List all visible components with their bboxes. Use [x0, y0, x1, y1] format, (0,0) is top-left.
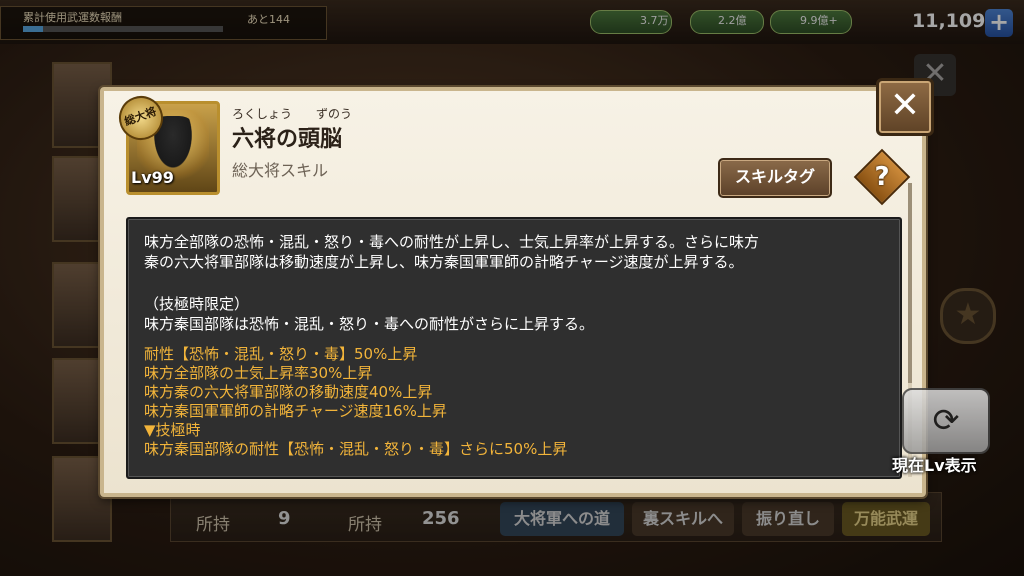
description-line: （技極時限定）: [144, 295, 250, 313]
help-icon[interactable]: ?: [862, 157, 902, 197]
effect-line: 味方秦国軍軍師の計略チャージ速度16%上昇: [144, 402, 447, 420]
skill-description-panel: 味方全部隊の恐怖・混乱・怒り・毒への耐性が上昇し、士気上昇率が上昇する。さらに味…: [126, 217, 902, 479]
skill-icon: 総大将 Lv99: [112, 89, 220, 195]
skill-type: 総大将スキル: [232, 161, 329, 180]
skill-tag-button[interactable]: スキルタグ: [718, 158, 832, 198]
effect-line: 耐性【恐怖・混乱・怒り・毒】50%上昇: [144, 345, 418, 363]
current-level-icon[interactable]: ⟳: [902, 388, 990, 454]
skill-name-ruby-1: ろくしょう: [232, 107, 293, 121]
effect-line: 味方全部隊の士気上昇率30%上昇: [144, 364, 373, 382]
skill-level: Lv99: [131, 168, 174, 187]
skill-name-ruby-2: ずのう: [316, 107, 353, 121]
close-button[interactable]: ✕: [876, 78, 934, 136]
description-line: 味方全部隊の恐怖・混乱・怒り・毒への耐性が上昇し、士気上昇率が上昇する。さらに味…: [144, 233, 760, 251]
description-line: 秦の六大将軍部隊は移動速度が上昇し、味方秦国軍軍師の計略チャージ速度が上昇する。: [144, 253, 744, 271]
effect-line: ▼技極時: [144, 421, 201, 439]
scrollbar-thumb[interactable]: [908, 183, 912, 383]
skill-name: 六将の頭脳: [232, 127, 343, 152]
skill-detail-modal: 総大将 Lv99 ろくしょう ずのう 六将の頭脳 総大将スキル スキルタグ ? …: [100, 87, 926, 497]
effect-line: 味方秦国部隊の耐性【恐怖・混乱・怒り・毒】さらに50%上昇: [144, 440, 568, 458]
description-line: 味方秦国部隊は恐怖・混乱・怒り・毒への耐性がさらに上昇する。: [144, 315, 595, 333]
current-level-label[interactable]: 現在Lv表示: [892, 452, 977, 476]
effect-line: 味方秦の六大将軍部隊の移動速度40%上昇: [144, 383, 433, 401]
